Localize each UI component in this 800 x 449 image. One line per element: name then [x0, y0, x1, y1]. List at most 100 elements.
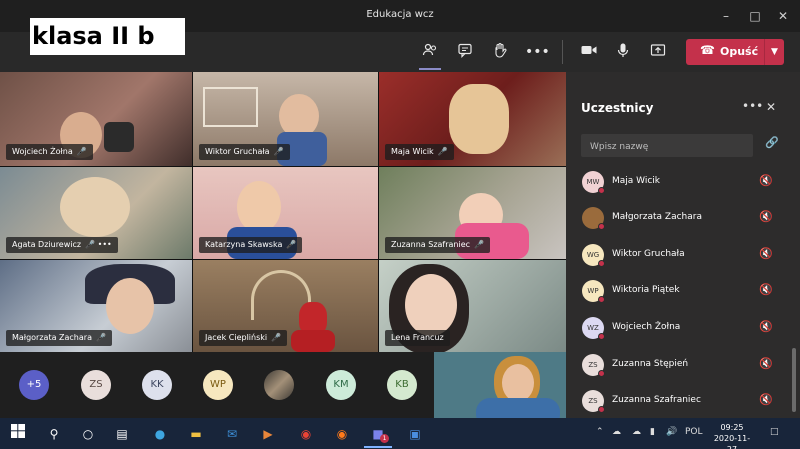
mic-off-icon: 🎤 — [95, 333, 106, 342]
toolbar-divider — [562, 40, 563, 64]
participant-row[interactable]: MW Maja Wicik 🔇 — [566, 164, 792, 200]
phone-hangup-icon: ☎ — [700, 43, 715, 57]
avatar: ZS — [582, 390, 605, 413]
participants-panel: Uczestnicy ••• ✕ 🔗 MW Maja Wicik 🔇 Małgo… — [566, 72, 800, 418]
avatar[interactable]: ZS — [81, 370, 111, 400]
more-icon[interactable]: ••• — [742, 99, 763, 113]
video-tile[interactable]: Wojciech Żołna 🎤 — [0, 72, 192, 166]
avatar-photo[interactable] — [264, 370, 294, 400]
share-screen-icon[interactable] — [648, 42, 668, 62]
more-participants-badge[interactable]: +5 — [19, 370, 49, 400]
participant-search[interactable] — [581, 134, 753, 159]
media-player-icon[interactable]: ▶ — [258, 424, 278, 444]
participant-row[interactable]: WP Wiktoria Piątek 🔇 — [566, 273, 792, 309]
close-icon[interactable]: ✕ — [772, 6, 794, 26]
mic-off-icon: 🎤 — [76, 147, 87, 156]
close-icon[interactable]: ✕ — [766, 100, 776, 114]
participant-name: Agata Dziurewicz 🎤 ••• — [6, 237, 118, 253]
participant-name: Wiktor Gruchała — [612, 249, 685, 259]
leave-label: Opuść — [720, 45, 759, 58]
avatar: WP — [582, 280, 605, 303]
chrome-icon[interactable]: ◉ — [296, 424, 316, 444]
onedrive-icon[interactable]: ☁ — [632, 427, 641, 437]
avatar[interactable]: KM — [326, 370, 356, 400]
edge-icon[interactable]: ● — [150, 424, 170, 444]
avatar: ZS — [582, 354, 605, 377]
minimize-icon[interactable]: – — [715, 6, 737, 26]
participant-name: Małgorzata Zachara 🎤 — [6, 330, 112, 346]
avatar[interactable]: WP — [203, 370, 233, 400]
battery-icon[interactable]: ▮ — [650, 427, 655, 437]
mic-off-icon: 🔇 — [759, 393, 773, 406]
notification-badge: 1 — [380, 434, 389, 443]
language-indicator[interactable]: POL — [685, 427, 703, 437]
camera-icon[interactable] — [579, 42, 599, 62]
mic-off-icon: 🎤 — [85, 240, 96, 249]
participant-name: Małgorzata Zachara — [612, 212, 702, 222]
participant-row[interactable]: WG Wiktor Gruchała 🔇 — [566, 237, 792, 273]
participant-name: Wiktoria Piątek — [612, 285, 680, 295]
windows-taskbar: ⚲ ○ ▤ ● ▬ ✉ ▶ ◉ ◉ ■ 1 ▣ ⌃ ☁ ☁ ▮ 🔊 POL 09… — [0, 418, 800, 449]
video-grid: Wojciech Żołna 🎤 Wiktor Gruchała 🎤 Maja Wi… — [0, 72, 566, 352]
video-tile[interactable]: Zuzanna Szafraniec 🎤 — [379, 167, 566, 259]
video-tile[interactable]: Maja Wicik 🎤 — [379, 72, 566, 166]
clock-time: 09:25 — [720, 423, 744, 432]
participant-name: Zuzanna Szafraniec 🎤 — [385, 237, 491, 253]
chat-icon[interactable] — [455, 42, 475, 62]
mic-off-icon: 🎤 — [271, 333, 282, 342]
participant-row[interactable]: ZS Zuzanna Stępień 🔇 — [566, 347, 792, 383]
avatar: WZ — [582, 317, 605, 340]
participant-row[interactable]: WZ Wojciech Żołna 🔇 — [566, 310, 792, 346]
video-tile[interactable]: Agata Dziurewicz 🎤 ••• — [0, 167, 192, 259]
participant-name: Wiktor Gruchała 🎤 — [199, 144, 290, 160]
mic-off-icon: 🔇 — [759, 283, 773, 296]
video-tile[interactable]: Lena Francuz — [379, 260, 566, 352]
avatar: MW — [582, 171, 605, 194]
participant-row[interactable]: ZS Zuzanna Szafraniec 🔇 — [566, 383, 792, 419]
mic-off-icon: 🎤 — [437, 147, 448, 156]
maximize-icon[interactable]: □ — [744, 6, 766, 26]
leave-button[interactable]: ☎ Opuść ▼ — [686, 39, 784, 65]
cloud-icon[interactable]: ☁ — [612, 427, 621, 437]
participant-row[interactable]: Małgorzata Zachara 🔇 — [566, 200, 792, 236]
mic-off-icon: 🔇 — [759, 357, 773, 370]
cortana-icon[interactable]: ○ — [78, 424, 98, 444]
notifications-icon[interactable]: □ — [770, 427, 779, 437]
participant-name: Zuzanna Szafraniec — [612, 395, 701, 405]
mic-icon[interactable] — [613, 42, 633, 62]
class-label-overlay: klasa II b — [30, 18, 185, 55]
mail-icon[interactable]: ✉ — [222, 424, 242, 444]
chevron-down-icon[interactable]: ▼ — [764, 39, 784, 65]
clock-date: 2020-11-27 — [713, 434, 751, 449]
status-dot — [598, 260, 605, 267]
video-tile[interactable]: Jacek Ciepliński 🎤 — [193, 260, 378, 352]
participant-name: Maja Wicik 🎤 — [385, 144, 454, 160]
volume-icon[interactable]: 🔊 — [666, 427, 677, 437]
video-tile[interactable]: Małgorzata Zachara 🎤 — [0, 260, 192, 352]
word-icon[interactable]: ▣ — [405, 424, 425, 444]
participant-name: Jacek Ciepliński 🎤 — [199, 330, 288, 346]
video-tile[interactable]: Wiktor Gruchała 🎤 — [193, 72, 378, 166]
participant-name: Lena Francuz — [385, 330, 450, 346]
active-app-indicator — [364, 446, 392, 448]
clock[interactable]: 09:25 2020-11-27 — [710, 422, 754, 449]
video-tile[interactable]: Katarzyna Skawska 🎤 — [193, 167, 378, 259]
participant-name: Zuzanna Stępień — [612, 359, 689, 369]
self-video-preview[interactable] — [434, 352, 566, 418]
raise-hand-icon[interactable] — [490, 42, 510, 62]
avatar[interactable]: KK — [142, 370, 172, 400]
participants-icon[interactable] — [420, 42, 440, 62]
more-icon[interactable]: ••• — [525, 42, 550, 62]
active-tab-indicator — [419, 68, 441, 70]
search-input[interactable] — [581, 135, 753, 159]
firefox-icon[interactable]: ◉ — [332, 424, 352, 444]
mic-off-icon: 🔇 — [759, 247, 773, 260]
search-icon[interactable]: ⚲ — [44, 424, 64, 444]
avatar[interactable]: KB — [387, 370, 417, 400]
task-view-icon[interactable]: ▤ — [112, 424, 132, 444]
chevron-up-icon[interactable]: ⌃ — [596, 427, 604, 437]
panel-scrollbar[interactable] — [792, 348, 796, 412]
file-explorer-icon[interactable]: ▬ — [186, 424, 206, 444]
windows-start-icon[interactable] — [8, 424, 28, 444]
link-icon[interactable]: 🔗 — [765, 136, 779, 149]
